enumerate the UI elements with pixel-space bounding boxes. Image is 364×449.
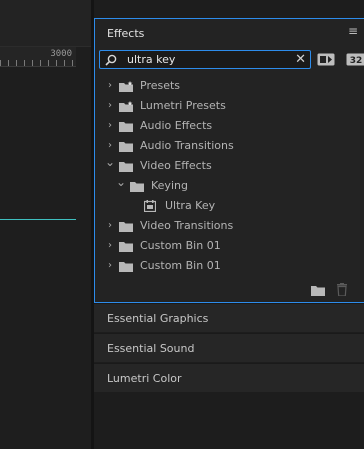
panel-label: Essential Sound <box>107 342 195 355</box>
folder-icon <box>119 262 133 272</box>
tree-row[interactable]: › Presets <box>95 76 364 96</box>
folder-icon <box>119 142 133 152</box>
star-folder-icon <box>119 81 133 92</box>
chevron-right-icon[interactable]: › <box>105 236 115 256</box>
lumetri-color-panel[interactable]: Lumetri Color <box>94 363 364 392</box>
accelerated-effects-icon[interactable] <box>317 52 335 67</box>
new-bin-icon[interactable] <box>311 285 325 296</box>
clear-search-icon[interactable]: ✕ <box>295 52 306 67</box>
tree-row-label: Ultra Key <box>165 199 216 212</box>
panel-label: Lumetri Color <box>107 372 182 385</box>
search-box[interactable]: ✕ <box>99 50 311 69</box>
chevron-down-icon[interactable]: ⌄ <box>116 172 126 192</box>
tree-row-label: Video Transitions <box>140 219 234 232</box>
tree-row-label: Audio Transitions <box>140 139 234 152</box>
chevron-right-icon[interactable]: › <box>105 96 115 116</box>
tree-row[interactable]: ⌄ Keying <box>95 175 364 196</box>
panel-label: Essential Graphics <box>107 312 209 325</box>
svg-text:32: 32 <box>350 56 363 66</box>
folder-icon <box>119 122 133 132</box>
tree-row[interactable]: › Audio Transitions <box>95 136 364 156</box>
tree-row[interactable]: › Custom Bin 01 <box>95 256 364 276</box>
search-input[interactable] <box>127 52 297 67</box>
essential-sound-panel[interactable]: Essential Sound <box>94 333 364 362</box>
delete-icon[interactable] <box>336 283 348 296</box>
effects-tree: › Presets › Lumetri Presets › Audio Effects › A… <box>95 76 364 276</box>
folder-icon <box>130 182 144 192</box>
tree-row-label: Custom Bin 01 <box>140 259 221 272</box>
chevron-right-icon[interactable]: › <box>105 76 115 96</box>
search-icon <box>105 54 117 66</box>
effect-icon <box>144 200 156 212</box>
tree-row-label: Keying <box>151 179 188 192</box>
timeline-header <box>0 0 91 47</box>
tree-row-label: Presets <box>140 79 181 92</box>
time-ruler[interactable]: 3000 <box>0 47 76 67</box>
32-bit-color-icon[interactable]: 32 <box>346 52 364 67</box>
tree-row-label: Audio Effects <box>140 119 213 132</box>
folder-icon <box>119 222 133 232</box>
hamburger-icon[interactable]: ≡ <box>348 25 360 37</box>
tree-row[interactable]: › Custom Bin 01 <box>95 236 364 256</box>
ruler-ticks <box>0 60 76 66</box>
tree-row[interactable]: › Audio Effects <box>95 116 364 136</box>
tree-row[interactable]: ⌄ Video Effects <box>95 155 364 176</box>
chevron-down-icon[interactable]: ⌄ <box>105 152 115 172</box>
folder-icon <box>119 242 133 252</box>
tree-row[interactable]: › Video Transitions <box>95 216 364 236</box>
tree-row-label: Video Effects <box>140 159 212 172</box>
effects-panel: Effects ≡ ✕ 32 ›Presets›Lumetri Presets›… <box>94 18 364 303</box>
chevron-right-icon[interactable]: › <box>105 256 115 276</box>
star-folder-icon <box>119 101 133 112</box>
essential-graphics-panel[interactable]: Essential Graphics <box>94 303 364 332</box>
tree-row[interactable]: Ultra Key <box>95 196 364 216</box>
empty-area <box>94 393 364 449</box>
folder-icon <box>119 162 133 172</box>
tree-row[interactable]: › Lumetri Presets <box>95 96 364 116</box>
timeline-pane: 3000 <box>0 0 91 449</box>
panel-title[interactable]: Effects <box>107 27 144 40</box>
track-line <box>0 219 76 220</box>
ruler-label: 3000 <box>50 49 72 59</box>
tree-row-label: Custom Bin 01 <box>140 239 221 252</box>
chevron-right-icon[interactable]: › <box>105 216 115 236</box>
tree-row-label: Lumetri Presets <box>140 99 226 112</box>
chevron-right-icon[interactable]: › <box>105 116 115 136</box>
